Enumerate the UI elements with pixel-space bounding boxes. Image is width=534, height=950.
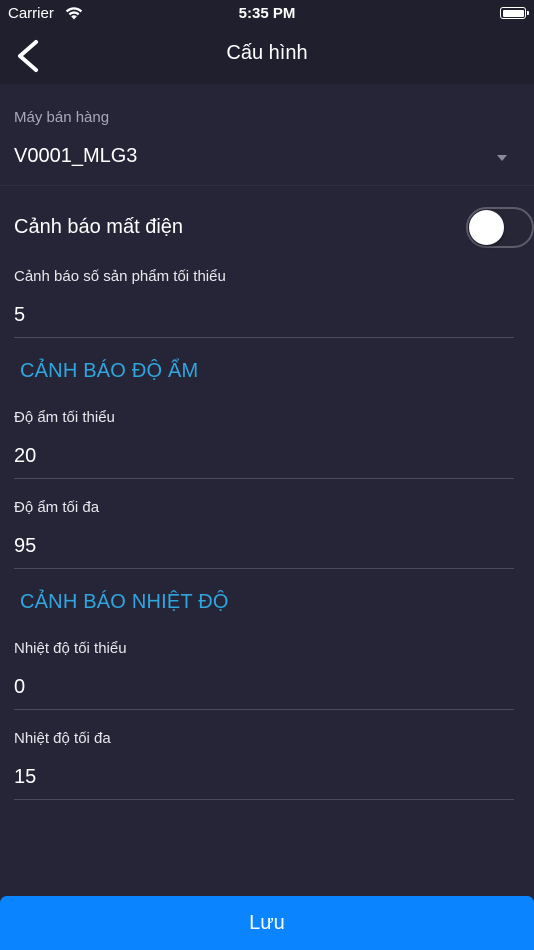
humidity-min-field: Độ ẩm tối thiểu	[0, 409, 534, 499]
humidity-max-field: Độ ẩm tối đa	[0, 499, 534, 589]
humidity-max-input[interactable]	[14, 525, 514, 569]
nav-bar: Cấu hình	[0, 28, 534, 84]
temperature-min-input[interactable]	[14, 666, 514, 710]
temperature-min-field: Nhiệt độ tối thiểu	[0, 640, 534, 730]
temperature-max-field: Nhiệt độ tối đa	[0, 730, 534, 820]
humidity-section-title: CẢNH BÁO ĐỘ ẨM	[20, 360, 199, 382]
status-bar: Carrier 5:35 PM	[0, 0, 534, 28]
clock: 5:35 PM	[238, 5, 296, 22]
machine-value: V0001_MLG3	[14, 145, 138, 167]
config-screen: Carrier 5:35 PM Cấu hình Máy bán hàng V0…	[0, 0, 534, 950]
header: Carrier 5:35 PM Cấu hình	[0, 0, 534, 84]
machine-label: Máy bán hàng	[14, 109, 110, 126]
battery-icon	[500, 7, 529, 19]
humidity-min-label: Độ ẩm tối thiểu	[14, 409, 115, 426]
save-button[interactable]: Lưu	[0, 896, 534, 950]
min-products-field: Cảnh báo số sản phẩm tối thiểu	[0, 268, 534, 358]
machine-select[interactable]: V0001_MLG3	[0, 135, 534, 179]
power-alert-label: Cảnh báo mất điện	[14, 216, 184, 238]
temperature-section-title: CẢNH BÁO NHIỆT ĐỘ	[20, 591, 229, 613]
humidity-max-label: Độ ẩm tối đa	[14, 499, 100, 516]
temperature-max-input[interactable]	[14, 756, 514, 800]
page-title: Cấu hình	[226, 42, 308, 64]
machine-section: Máy bán hàng V0001_MLG3	[0, 95, 534, 186]
min-products-input[interactable]	[14, 294, 514, 338]
temperature-max-label: Nhiệt độ tối đa	[14, 730, 111, 747]
caret-down-icon	[497, 155, 507, 161]
temperature-min-label: Nhiệt độ tối thiểu	[14, 640, 127, 657]
power-alert-toggle[interactable]	[466, 207, 534, 248]
toggle-knob	[469, 210, 504, 245]
power-alert-row: Cảnh báo mất điện	[0, 205, 534, 251]
humidity-min-input[interactable]	[14, 435, 514, 479]
min-products-label: Cảnh báo số sản phẩm tối thiểu	[14, 268, 226, 285]
